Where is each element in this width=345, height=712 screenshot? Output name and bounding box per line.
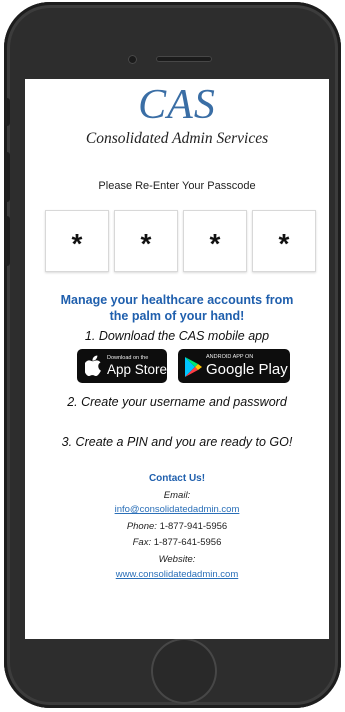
step-create-pin: 3. Create a PIN and you are ready to GO! <box>61 435 293 449</box>
app-store-caption: Download on the <box>107 355 149 361</box>
promo-headline: Manage your healthcare accounts from the… <box>25 292 329 324</box>
mute-switch <box>4 98 10 126</box>
front-camera <box>128 55 137 64</box>
google-play-caption: ANDROID APP ON <box>206 354 254 360</box>
step-download: 1. Download the CAS mobile app <box>84 329 270 343</box>
phone-row: Phone: 1-877-941-5956 <box>25 521 329 532</box>
website-label: Website: <box>158 554 196 565</box>
promo-headline-line-1: Manage your healthcare accounts from <box>60 293 294 307</box>
pin-digit-4[interactable]: * <box>252 210 316 272</box>
company-name: Consolidated Admin Services <box>85 130 269 147</box>
fax-label: Fax: <box>132 537 152 548</box>
contact-heading: Contact Us! <box>148 473 206 484</box>
cas-logo: CAS <box>138 82 216 128</box>
fax-number: 1-877-641-5956 <box>153 537 222 548</box>
step-create-account: 2. Create your username and password <box>67 395 287 409</box>
volume-up-button <box>4 152 10 202</box>
website-link[interactable]: www.consolidatedadmin.com <box>116 569 239 580</box>
google-play-button[interactable]: ANDROID APP ON Google Play <box>178 349 290 383</box>
home-button[interactable] <box>151 638 217 704</box>
phone-frame: CAS Consolidated Admin Services Please R… <box>4 2 341 708</box>
pin-digit-3[interactable]: * <box>183 210 247 272</box>
email-link-row: info@consolidatedadmin.com <box>25 504 329 515</box>
passcode-prompt: Please Re-Enter Your Passcode <box>98 180 256 192</box>
email-label: Email: <box>163 490 191 501</box>
app-screen: CAS Consolidated Admin Services Please R… <box>25 79 329 639</box>
app-store-button[interactable]: Download on the App Store <box>77 349 167 383</box>
fax-row: Fax: 1-877-641-5956 <box>25 537 329 548</box>
google-play-icon <box>185 357 202 377</box>
website-link-row: www.consolidatedadmin.com <box>25 569 329 580</box>
phone-number: 1-877-941-5956 <box>159 521 228 532</box>
app-store-label: App Store <box>107 362 168 377</box>
pin-digit-2[interactable]: * <box>114 210 178 272</box>
phone-label: Phone: <box>126 521 157 532</box>
volume-down-button <box>4 216 10 266</box>
earpiece-speaker <box>156 56 212 62</box>
promo-headline-line-2: the palm of your hand! <box>109 309 245 323</box>
passcode-entry: * * * * <box>45 210 316 272</box>
email-link[interactable]: info@consolidatedadmin.com <box>115 504 240 515</box>
apple-icon <box>85 355 101 376</box>
google-play-label: Google Play <box>206 361 288 378</box>
pin-digit-1[interactable]: * <box>45 210 109 272</box>
